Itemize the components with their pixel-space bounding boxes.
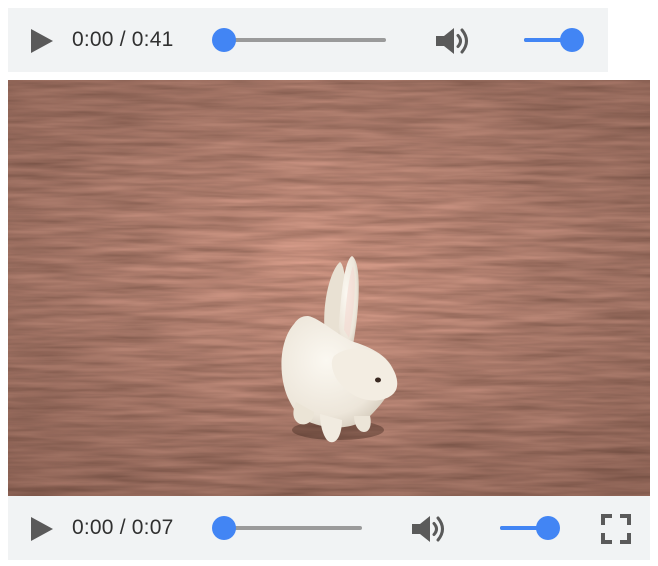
video-volume-thumb[interactable] — [536, 516, 560, 540]
fullscreen-icon — [601, 514, 631, 544]
video-seek-thumb[interactable] — [212, 516, 236, 540]
play-icon — [31, 29, 53, 53]
play-icon — [31, 517, 53, 541]
video-image — [8, 80, 650, 496]
video-frame[interactable] — [8, 80, 650, 496]
video-time-display: 0:00 / 0:07 — [72, 516, 174, 539]
video-volume-slider[interactable] — [500, 516, 560, 540]
video-controls: 0:00 / 0:07 — [8, 496, 650, 560]
audio-volume-slider[interactable] — [524, 28, 584, 52]
video-volume-button[interactable] — [409, 514, 449, 544]
audio-volume-thumb[interactable] — [560, 28, 584, 52]
video-seek-bar[interactable] — [212, 516, 362, 540]
audio-seek-thumb[interactable] — [212, 28, 236, 52]
page: 0:00 / 0:41 0:00 / 0:07 — [0, 0, 658, 566]
video-play-button[interactable] — [30, 517, 54, 541]
audio-player: 0:00 / 0:41 — [8, 8, 608, 72]
audio-seek-bar[interactable] — [212, 28, 386, 52]
audio-volume-button[interactable] — [433, 26, 473, 56]
volume-icon — [436, 28, 468, 54]
fullscreen-button[interactable] — [601, 514, 631, 544]
audio-time-display: 0:00 / 0:41 — [72, 28, 174, 51]
audio-play-button[interactable] — [30, 29, 54, 53]
volume-icon — [412, 516, 444, 542]
